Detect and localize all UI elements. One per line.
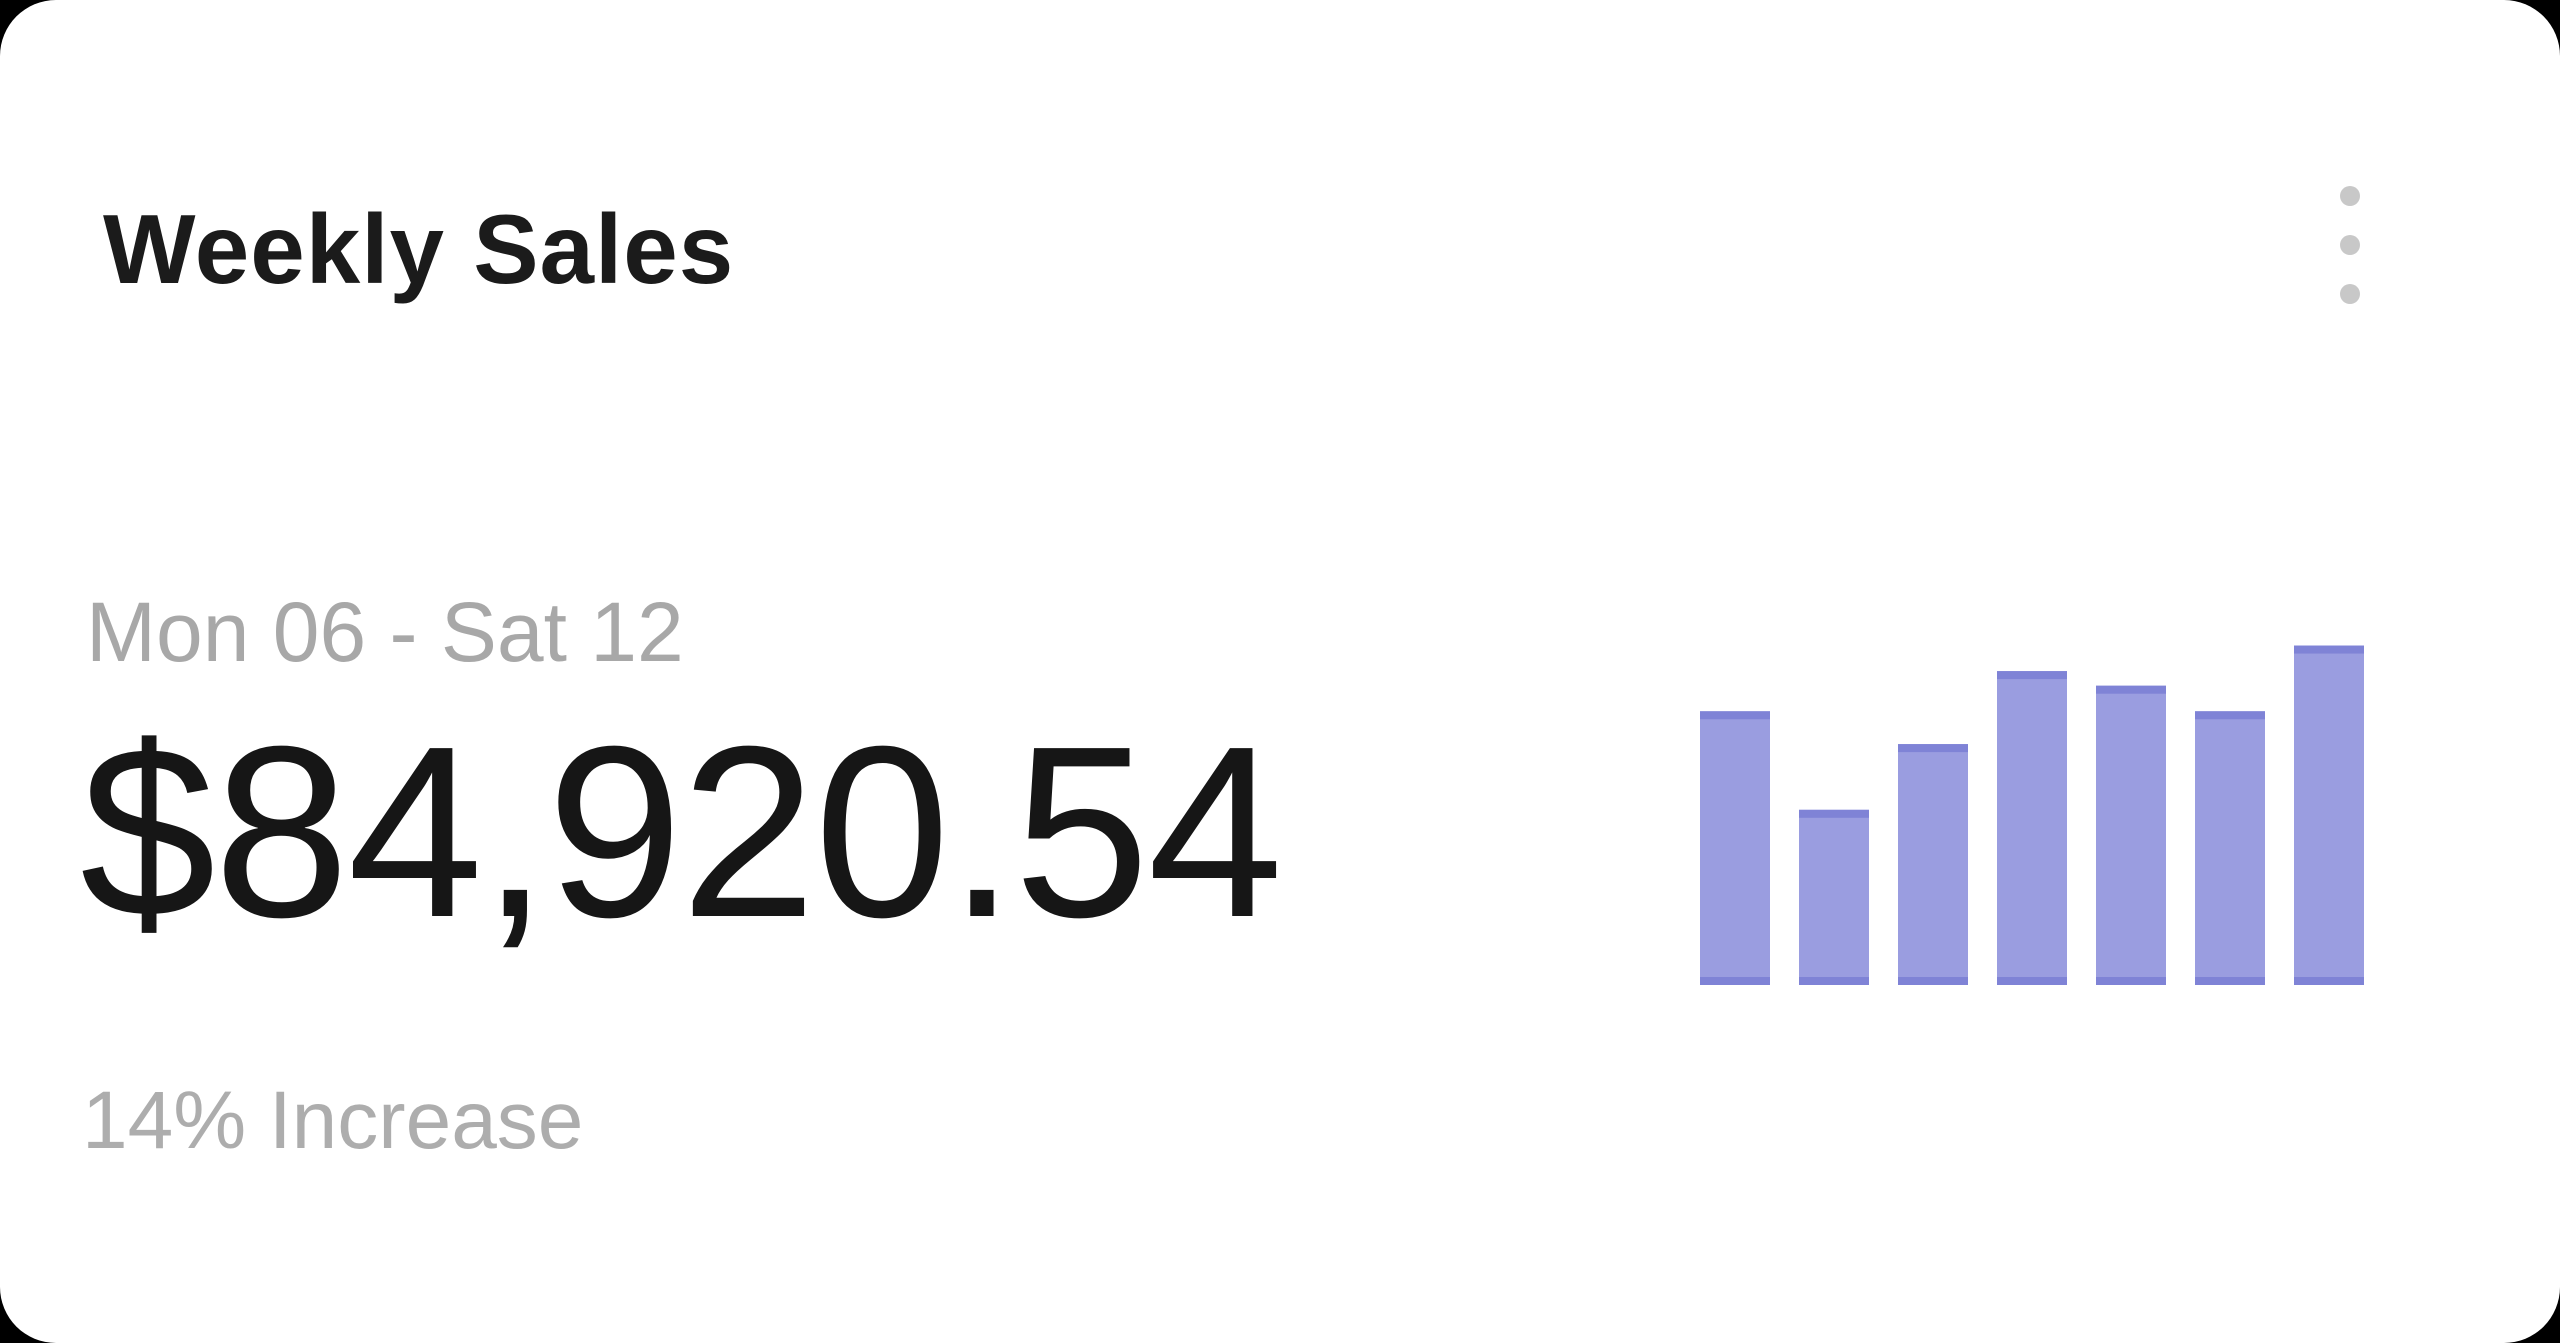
chart-bar bbox=[2294, 645, 2364, 985]
weekly-sales-card: Weekly Sales Mon 06 - Sat 12 $84,920.54 … bbox=[0, 0, 2560, 1343]
chart-bar bbox=[2096, 685, 2166, 985]
date-range: Mon 06 - Sat 12 bbox=[86, 585, 684, 679]
weekly-sales-bar-chart bbox=[1700, 645, 2364, 985]
chart-bar bbox=[1799, 809, 1869, 985]
sales-change: 14% Increase bbox=[82, 1075, 584, 1166]
more-options-button[interactable] bbox=[2290, 170, 2410, 320]
sales-total: $84,920.54 bbox=[80, 695, 1283, 968]
chart-bar bbox=[2195, 711, 2265, 985]
chart-bar bbox=[1997, 671, 2067, 985]
chart-bar bbox=[1898, 744, 1968, 985]
chart-bar bbox=[1700, 711, 1770, 985]
card-title: Weekly Sales bbox=[103, 194, 735, 304]
more-vertical-icon bbox=[2338, 186, 2362, 304]
